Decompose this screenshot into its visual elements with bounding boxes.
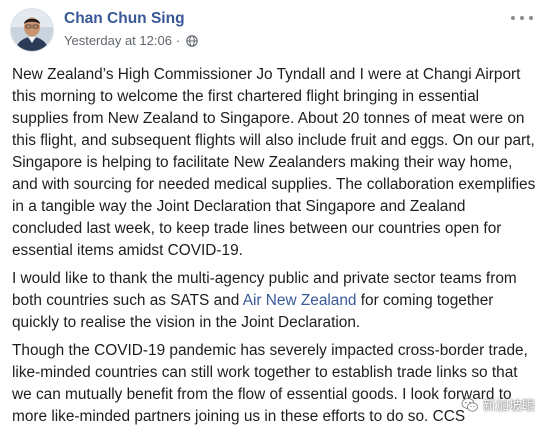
more-options-icon[interactable] [511, 12, 533, 24]
facebook-post: Chan Chun Sing Yesterday at 12:06 · New … [0, 0, 543, 425]
post-meta: Yesterday at 12:06 · [64, 33, 199, 48]
avatar[interactable] [10, 8, 54, 52]
more-dot [520, 16, 524, 20]
post-timestamp[interactable]: Yesterday at 12:06 [64, 33, 172, 48]
globe-icon[interactable] [186, 34, 199, 47]
post-paragraph-3: Though the COVID-19 pandemic has severel… [12, 342, 528, 425]
air-new-zealand-link[interactable]: Air New Zealand [243, 292, 357, 309]
post-paragraph-1: New Zealand’s High Commissioner Jo Tynda… [12, 66, 536, 259]
more-dot [529, 16, 533, 20]
more-dot [511, 16, 515, 20]
meta-separator: · [175, 33, 181, 48]
profile-photo [11, 9, 53, 51]
watermark-text: 新加坡眼 [482, 398, 535, 413]
wechat-icon [461, 397, 478, 412]
author-name[interactable]: Chan Chun Sing [64, 10, 185, 28]
post-body: New Zealand’s High Commissioner Jo Tynda… [12, 64, 536, 434]
watermark: 新加坡眼 [461, 395, 535, 414]
post-paragraph-2: I would like to thank the multi-agency p… [12, 268, 536, 334]
